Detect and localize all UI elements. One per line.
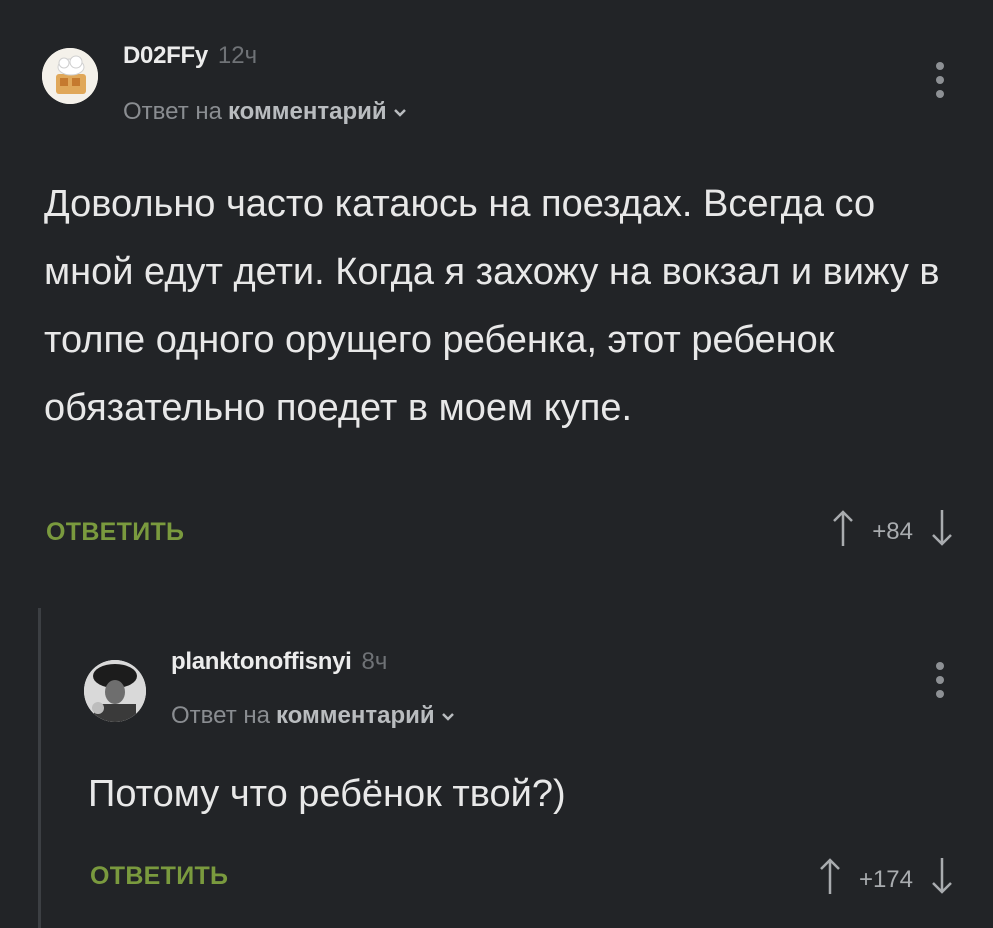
author-row: D02FFy 12ч — [123, 42, 257, 70]
timestamp: 8ч — [361, 648, 388, 675]
comment: planktonoffisnyi 8ч Ответ на комментарий… — [0, 610, 993, 928]
username[interactable]: D02FFy — [123, 42, 208, 70]
avatar-image — [84, 660, 146, 722]
arrow-down-icon[interactable] — [931, 508, 953, 555]
reply-button[interactable]: ОТВЕТИТЬ — [46, 518, 184, 547]
more-vertical-icon[interactable] — [935, 62, 945, 98]
reply-to[interactable]: Ответ на комментарий — [171, 702, 455, 730]
comment: D02FFy 12ч Ответ на комментарий Довольно… — [0, 0, 993, 600]
username[interactable]: planktonoffisnyi — [171, 648, 352, 676]
reply-parent-link[interactable]: комментарий — [228, 98, 387, 126]
timestamp: 12ч — [217, 42, 258, 69]
arrow-up-icon[interactable] — [832, 508, 854, 555]
avatar-image — [42, 48, 98, 104]
chevron-down-icon[interactable] — [441, 706, 455, 727]
vote-controls: +84 — [832, 508, 953, 555]
comment-text: Потому что ребёнок твой?) — [88, 773, 566, 815]
chevron-down-icon[interactable] — [393, 102, 407, 123]
vote-controls: +174 — [819, 856, 953, 903]
reply-to[interactable]: Ответ на комментарий — [123, 98, 407, 126]
avatar[interactable] — [84, 660, 146, 722]
reply-prefix: Ответ на — [171, 702, 270, 729]
reply-button[interactable]: ОТВЕТИТЬ — [90, 862, 228, 891]
reply-prefix: Ответ на — [123, 98, 222, 125]
comment-text: Довольно часто катаюсь на поездах. Всегд… — [44, 183, 940, 429]
reply-parent-link[interactable]: комментарий — [276, 702, 435, 730]
more-vertical-icon[interactable] — [935, 662, 945, 698]
score: +174 — [858, 865, 913, 893]
arrow-up-icon[interactable] — [819, 856, 841, 903]
arrow-down-icon[interactable] — [931, 856, 953, 903]
score: +84 — [872, 517, 913, 545]
author-row: planktonoffisnyi 8ч — [171, 648, 387, 676]
avatar[interactable] — [42, 48, 98, 104]
